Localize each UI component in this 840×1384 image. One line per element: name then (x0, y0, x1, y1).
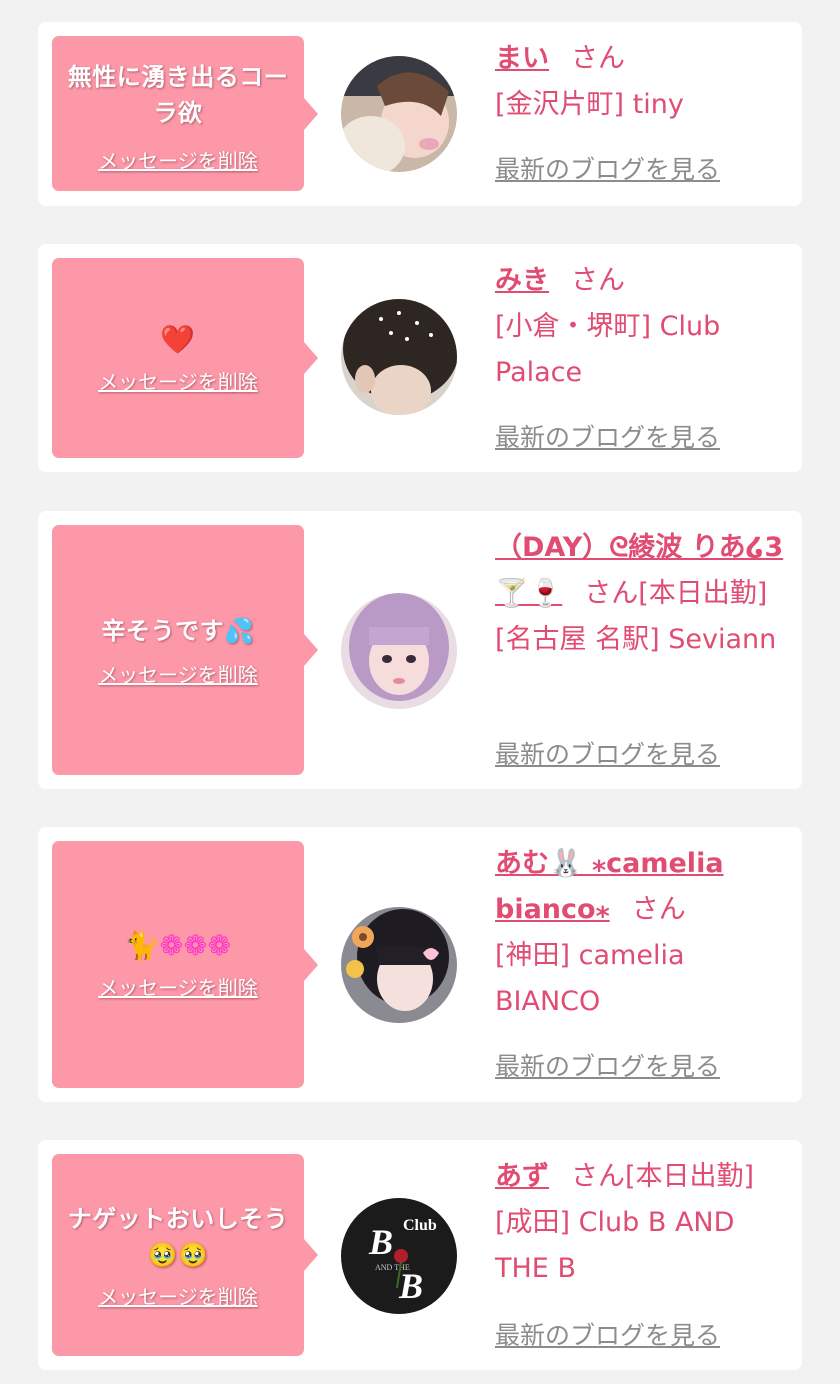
name-suffix: さん[本日出勤] (584, 578, 768, 609)
name-suffix: さん (631, 894, 686, 925)
latest-blog-link[interactable]: 最新のブログを見る (495, 150, 720, 186)
avatar[interactable] (341, 299, 457, 415)
profile-name-link[interactable]: まい (495, 43, 549, 74)
avatar[interactable] (341, 593, 457, 709)
heart-icon: ❤️ (160, 322, 196, 356)
name-suffix: さん (571, 265, 625, 296)
avatar[interactable] (341, 56, 457, 172)
message-card: 辛そうです💦 メッセージを削除 （DAY）ᘓ綾波 りあ໒3🍸🍷 さん[本日出勤] … (38, 511, 802, 789)
latest-blog-link[interactable]: 最新のブログを見る (495, 735, 720, 771)
profile-name-link[interactable]: みき (495, 265, 549, 296)
delete-message-link[interactable]: メッセージを削除 (98, 145, 258, 174)
logo-club-text: Club (403, 1217, 437, 1234)
avatar[interactable] (341, 907, 457, 1023)
shop-label: [神田] camelia BIANCO (495, 940, 685, 1017)
profile-info: みき さん [小倉・堺町] Club Palace (495, 258, 785, 396)
profile-name-link[interactable]: あず (495, 1161, 549, 1192)
delete-message-link[interactable]: メッセージを削除 (98, 972, 258, 1001)
profile-info: あむ🐰 ⁎camelia bianco⁎ さん [神田] camelia BIAN… (495, 841, 785, 1025)
message-bubble: 辛そうです💦 メッセージを削除 (52, 525, 318, 775)
message-card: ナゲットおいしそう🥹🥹 メッセージを削除 Club B AND THE B あず… (38, 1140, 802, 1370)
message-bubble: ❤️ メッセージを削除 (52, 258, 318, 458)
avatar[interactable]: Club B AND THE B (341, 1198, 457, 1314)
name-suffix: さん[本日出勤] (571, 1161, 755, 1192)
rose-icon (394, 1249, 408, 1263)
logo-letter-b-top: B (368, 1222, 393, 1262)
message-bubble: 無性に湧き出るコーラ欲 メッセージを削除 (52, 36, 318, 191)
photo-icon (341, 907, 457, 1023)
message-text: ナゲットおいしそう🥹🥹 (67, 1204, 289, 1269)
message-bubble: 🐈❁❁❁ メッセージを削除 (52, 841, 318, 1088)
latest-blog-link[interactable]: 最新のブログを見る (495, 1316, 720, 1352)
logo-letter-b-bottom: B (398, 1266, 423, 1306)
profile-info: （DAY）ᘓ綾波 りあ໒3🍸🍷 さん[本日出勤] [名古屋 名駅] Seviann (495, 525, 785, 663)
photo-icon (341, 56, 457, 172)
message-card: 🐈❁❁❁ メッセージを削除 あむ🐰 ⁎camelia bianco⁎ さん [神田… (38, 827, 802, 1102)
message-text: ❤️ (160, 322, 195, 358)
message-text: 辛そうです💦 (101, 616, 255, 645)
delete-message-link[interactable]: メッセージを削除 (98, 366, 258, 395)
message-bubble: ナゲットおいしそう🥹🥹 メッセージを削除 (52, 1154, 318, 1356)
photo-icon (341, 593, 457, 709)
latest-blog-link[interactable]: 最新のブログを見る (495, 1047, 720, 1083)
delete-message-link[interactable]: メッセージを削除 (98, 659, 258, 688)
message-card: ❤️ メッセージを削除 みき さん [小倉・堺町] Club Palace 最新の… (38, 244, 802, 472)
message-text: 無性に湧き出るコーラ欲 (67, 63, 289, 127)
shop-label: [名古屋 名駅] Seviann (495, 624, 777, 655)
club-logo-icon: Club B AND THE B (341, 1198, 457, 1314)
profile-name-link[interactable]: あむ🐰 ⁎camelia bianco⁎ (495, 848, 724, 925)
profile-info: あず さん[本日出勤] [成田] Club B AND THE B (495, 1154, 785, 1292)
shop-label: [小倉・堺町] Club Palace (495, 311, 721, 388)
message-card: 無性に湧き出るコーラ欲 メッセージを削除 まい さん [金沢片町] tiny 最新… (38, 22, 802, 206)
delete-message-link[interactable]: メッセージを削除 (98, 1281, 258, 1310)
profile-info: まい さん [金沢片町] tiny (495, 36, 785, 128)
shop-label: [金沢片町] tiny (495, 89, 684, 120)
shop-label: [成田] Club B AND THE B (495, 1207, 735, 1284)
latest-blog-link[interactable]: 最新のブログを見る (495, 418, 720, 454)
name-suffix: さん (571, 43, 625, 74)
photo-icon (341, 299, 457, 415)
message-text: 🐈❁❁❁ (124, 929, 232, 962)
